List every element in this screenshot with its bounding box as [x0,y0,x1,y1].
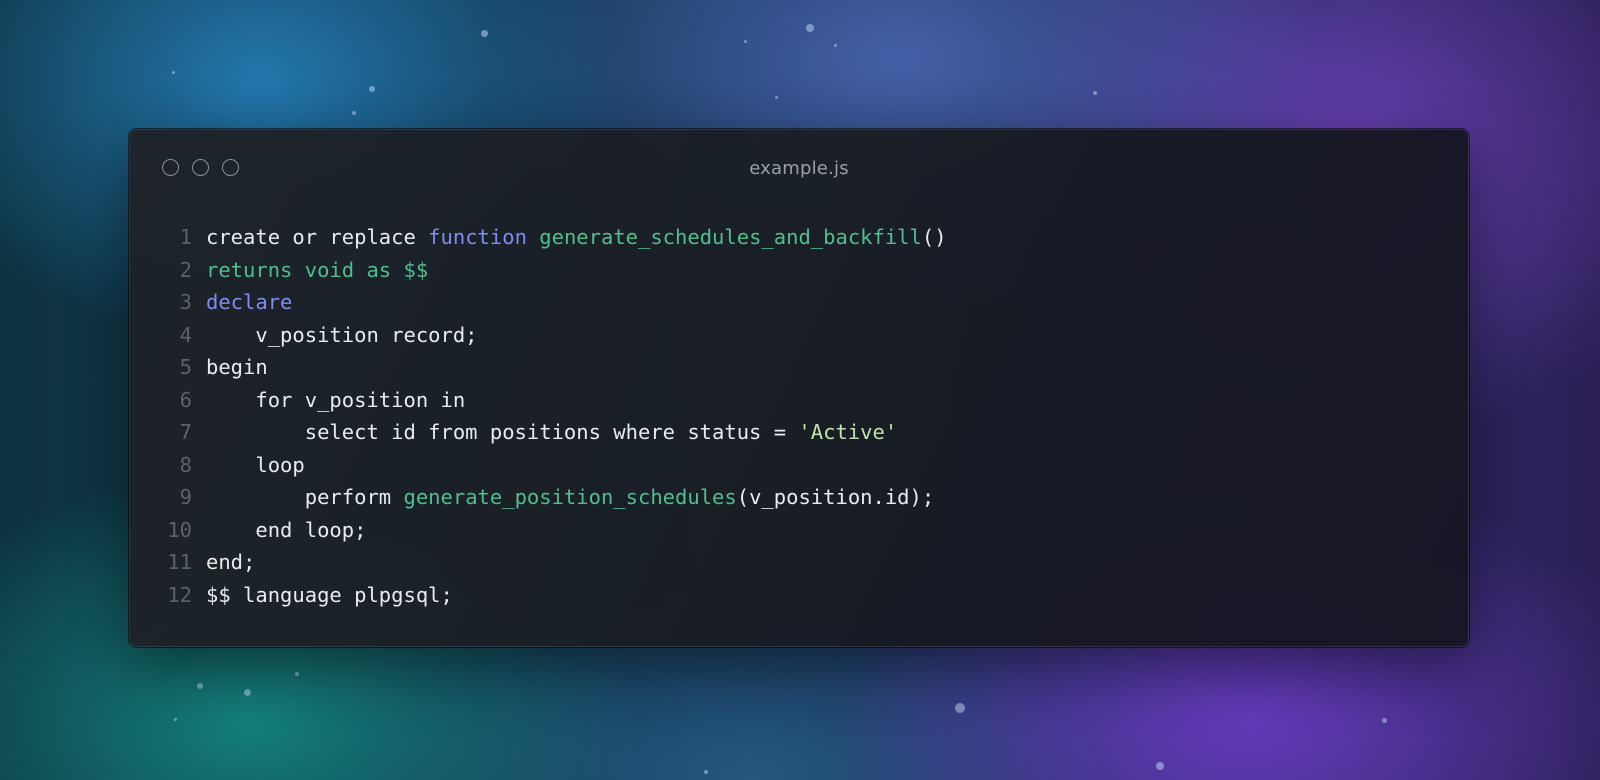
particle [774,95,778,99]
code-line: 8 loop [162,449,947,482]
line-number: 4 [179,322,192,347]
particle [833,43,837,47]
code-window: example.js 1 create or replace function g… [129,129,1469,647]
code-line: 3 declare [162,286,947,319]
particle [369,86,375,92]
particle [173,717,177,721]
code-text: perform generate_position_schedules(v_po… [206,481,934,514]
code-text: end; [206,546,255,579]
line-number: 6 [179,387,192,412]
code-token: v_position record; [206,322,478,347]
code-text: v_position record; [206,319,478,352]
code-token: loop [206,452,305,477]
code-text: for v_position in [206,384,465,417]
code-token: end; [206,550,256,574]
code-token: generate_position_schedules [403,485,737,509]
window-titlebar: example.js [130,130,1468,204]
code-line: 1 create or replace function generate_sch… [162,221,947,254]
code-token: returns void as $$ [206,257,429,282]
particle [352,111,356,115]
particle [295,672,299,676]
code-text: loop [206,449,305,482]
code-line: 4 v_position record; [162,319,947,352]
particle [197,683,203,689]
code-text: select id from positions where status = … [206,416,897,449]
code-token: select id from positions where status = [206,420,799,444]
code-text: create or replace function generate_sche… [206,221,947,254]
line-number: 10 [167,517,192,542]
particle [1093,91,1097,95]
code-line: 10 end loop; [162,514,947,547]
code-line: 6 for v_position in [162,384,947,417]
particle [1156,762,1164,770]
code-text: returns void as $$ [206,254,428,287]
code-line: 7 select id from positions where status … [162,416,947,449]
code-token: generate_schedules_and_backfill [539,225,922,249]
line-number: 1 [179,225,192,249]
code-token: declare [206,290,293,314]
code-line: 2 returns void as $$ [162,254,947,287]
code-block: 1 create or replace function generate_sch… [162,221,947,612]
particle [743,39,747,43]
line-number: 9 [179,485,192,509]
code-token: $$ language plpgsql; [206,582,453,607]
line-number: 5 [179,355,192,379]
code-token: () [921,225,947,249]
code-token: (v_position.id); [736,485,935,509]
particle [480,29,488,37]
code-token: for v_position in [206,387,466,412]
particle [806,24,814,32]
particle [704,770,708,774]
code-token: function [428,225,527,249]
line-number: 7 [179,420,192,444]
line-number: 3 [179,290,192,314]
code-text: end loop; [206,514,366,547]
code-token: 'Active' [798,420,898,444]
particle [243,688,251,696]
code-text: begin [206,351,268,384]
code-text: $$ language plpgsql; [206,579,453,612]
particle [171,70,175,74]
line-number: 11 [167,550,192,574]
particle [1381,717,1387,723]
code-line: 12 $$ language plpgsql; [162,579,947,612]
code-text: declare [206,286,292,319]
code-line: 11 end; [162,546,947,579]
code-token: create or replace [206,225,429,249]
code-line: 9 perform generate_position_schedules(v_… [162,481,947,514]
line-number: 2 [179,257,192,282]
code-line: 5 begin [162,351,947,384]
window-title: example.js [749,158,849,179]
code-token: end loop; [206,517,367,542]
code-token: begin [206,355,268,379]
code-token: perform [206,485,404,509]
particle [955,703,965,713]
line-number: 12 [167,582,192,607]
line-number: 8 [179,452,192,477]
